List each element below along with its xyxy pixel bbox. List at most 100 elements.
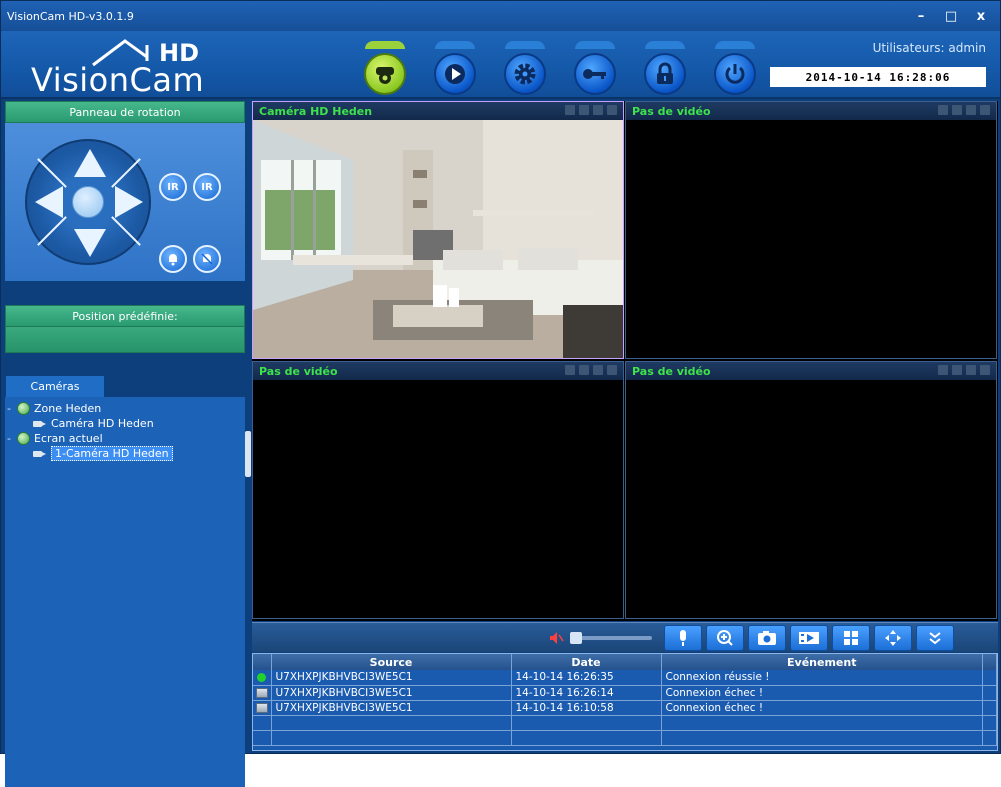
video-grid: Caméra HD Heden Pas de vidéo Pas de vidé… [252, 101, 998, 621]
film-icon [799, 632, 819, 644]
record-button[interactable] [790, 625, 828, 651]
record-icon[interactable] [565, 105, 575, 115]
record-icon[interactable] [938, 105, 948, 115]
log-source: U7XHXPJKBHVBCI3WE5C1 [271, 670, 512, 686]
video-cell-1[interactable]: Caméra HD Heden [252, 101, 624, 359]
log-event: Connexion échec ! [661, 685, 983, 701]
play-icon [445, 64, 465, 84]
ptz-right-arrow-icon[interactable] [115, 186, 143, 218]
video-cell-title-bar: Pas de vidéo [253, 362, 623, 380]
tab-cameras[interactable]: Caméras [5, 375, 105, 397]
empty-video-feed [626, 120, 996, 358]
close-icon[interactable] [607, 105, 617, 115]
grid-icon [844, 631, 858, 645]
panel-splitter[interactable] [245, 101, 251, 751]
volume-slider[interactable] [570, 632, 652, 644]
ptz-left-arrow-icon[interactable] [35, 186, 63, 218]
toolbar-power-button[interactable] [711, 39, 759, 95]
audio-icon[interactable] [579, 105, 589, 115]
tree-item-label: Ecran actuel [34, 432, 103, 445]
camera-icon [758, 631, 776, 645]
record-icon[interactable] [565, 365, 575, 375]
expand-log-button[interactable] [916, 625, 954, 651]
tree-item-label-selected: 1-Caméra HD Heden [51, 446, 173, 461]
ptz-up-arrow-icon[interactable] [74, 149, 106, 177]
splitter-handle[interactable] [245, 431, 251, 477]
event-log-table: Source Date Evénement U7XHXPJKBHVBCI3WE5… [253, 654, 997, 746]
grid-layout-button[interactable] [832, 625, 870, 651]
camera-tree: - Zone Heden Caméra HD Heden - Ecran act… [5, 397, 245, 787]
snapshot-button[interactable] [748, 625, 786, 651]
toolbar-settings-button[interactable] [501, 39, 549, 95]
tree-item-current-screen[interactable]: - Ecran actuel [7, 431, 243, 446]
snapshot-icon[interactable] [593, 105, 603, 115]
table-row-empty [253, 730, 997, 746]
log-event: Connexion échec ! [661, 700, 983, 716]
snapshot-icon[interactable] [966, 365, 976, 375]
alarm-bell-button[interactable] [159, 245, 187, 273]
toolbar-lock-button[interactable] [641, 39, 689, 95]
status-success-icon [257, 672, 266, 682]
bell-icon [169, 254, 177, 266]
video-cell-2[interactable]: Pas de vidéo [625, 101, 997, 359]
audio-icon[interactable] [952, 365, 962, 375]
empty-video-feed [253, 380, 623, 618]
ptz-down-arrow-icon[interactable] [74, 229, 106, 257]
table-row[interactable]: U7XHXPJKBHVBCI3WE5C1 14-10-14 16:26:35 C… [253, 670, 997, 686]
column-header-date[interactable]: Date [511, 654, 662, 670]
record-icon[interactable] [938, 365, 948, 375]
preset-position-bar[interactable] [5, 327, 245, 353]
video-controls-bar [252, 622, 998, 652]
table-row[interactable]: U7XHXPJKBHVBCI3WE5C1 14-10-14 16:10:58 C… [253, 700, 997, 716]
snapshot-icon[interactable] [593, 365, 603, 375]
camera-icon [33, 419, 47, 429]
close-icon[interactable] [980, 365, 990, 375]
volume-slider-knob[interactable] [570, 632, 582, 644]
power-icon [725, 64, 745, 84]
ir-on-button[interactable]: IR [159, 173, 187, 201]
tree-item-zone[interactable]: - Zone Heden [7, 401, 243, 416]
camera-icon [33, 449, 47, 459]
gear-icon [514, 63, 536, 85]
ir-off-button[interactable]: IR [193, 173, 221, 201]
lock-icon [657, 62, 673, 84]
video-cell-4[interactable]: Pas de vidéo [625, 361, 997, 619]
microphone-button[interactable] [664, 625, 702, 651]
tree-collapse-icon[interactable]: - [7, 432, 17, 445]
ptz-control-panel: IR IR [5, 123, 245, 281]
log-date: 14-10-14 16:26:14 [511, 685, 662, 701]
close-icon[interactable] [980, 105, 990, 115]
toolbar-live-view-button[interactable] [361, 39, 409, 95]
window-title: VisionCam HD-v3.0.1.9 [7, 9, 134, 23]
close-button[interactable]: x [966, 5, 996, 27]
tree-item-screen-camera[interactable]: 1-Caméra HD Heden [7, 446, 243, 461]
speaker-mute-icon[interactable] [548, 630, 564, 646]
tree-collapse-icon[interactable]: - [7, 402, 17, 415]
cameras-tab-row: Caméras [5, 375, 245, 397]
zoom-in-button[interactable] [706, 625, 744, 651]
table-row[interactable]: U7XHXPJKBHVBCI3WE5C1 14-10-14 16:26:14 C… [253, 685, 997, 701]
audio-icon[interactable] [952, 105, 962, 115]
close-icon[interactable] [607, 365, 617, 375]
app-window: VisionCam HD-v3.0.1.9 – □ x VisionCam HD [0, 0, 1001, 787]
column-header-source[interactable]: Source [271, 654, 512, 670]
rotation-panel-header: Panneau de rotation [5, 101, 245, 123]
toolbar-key-button[interactable] [571, 39, 619, 95]
fullscreen-button[interactable] [874, 625, 912, 651]
maximize-button[interactable]: □ [936, 5, 966, 27]
tree-item-zone-camera[interactable]: Caméra HD Heden [7, 416, 243, 431]
video-cell-3[interactable]: Pas de vidéo [252, 361, 624, 619]
toolbar-playback-button[interactable] [431, 39, 479, 95]
fullscreen-arrows-icon [885, 630, 901, 646]
alarm-off-button[interactable] [193, 245, 221, 273]
log-source: U7XHXPJKBHVBCI3WE5C1 [271, 700, 512, 716]
zoom-in-icon [717, 630, 733, 646]
column-header-event[interactable]: Evénement [661, 654, 983, 670]
globe-icon [17, 402, 30, 415]
snapshot-icon[interactable] [966, 105, 976, 115]
audio-icon[interactable] [579, 365, 589, 375]
minimize-button[interactable]: – [906, 5, 936, 27]
visioncam-logo: VisionCam HD [31, 37, 231, 99]
ptz-center-button[interactable] [72, 186, 104, 218]
video-cell-title: Caméra HD Heden [259, 104, 373, 118]
